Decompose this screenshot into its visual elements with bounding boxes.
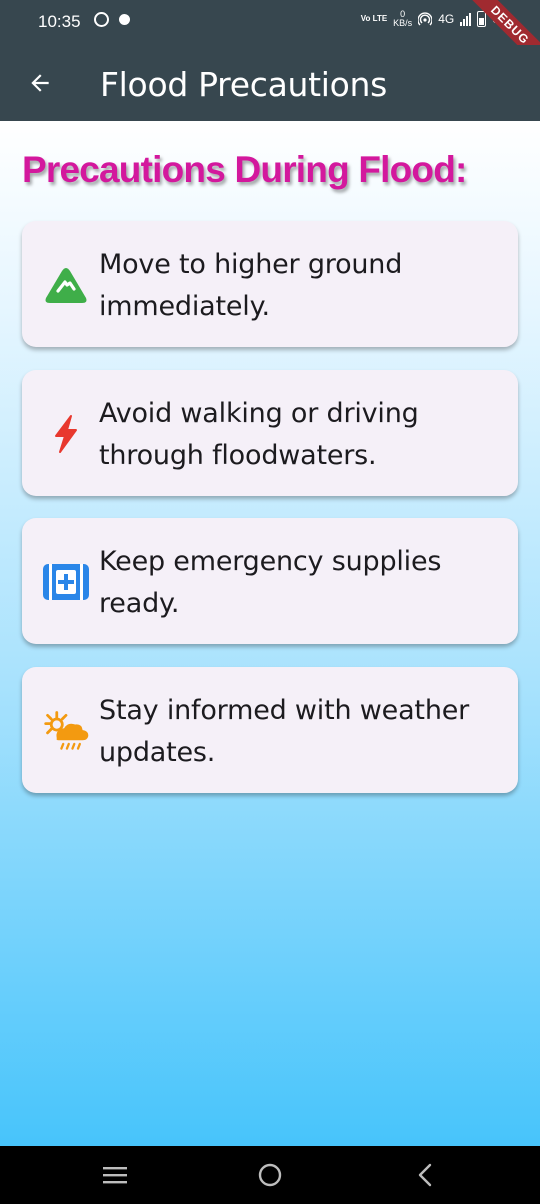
hotspot-icon: [418, 12, 433, 26]
recents-button[interactable]: [100, 1160, 130, 1190]
home-button[interactable]: [255, 1160, 285, 1190]
speed-unit: KB/s: [393, 18, 413, 28]
network-type: 4G: [438, 12, 455, 26]
page-title: Flood Precautions: [100, 65, 388, 104]
content-area: Precautions During Flood: Move to higher…: [0, 121, 540, 1146]
back-chevron-icon: [418, 1163, 432, 1187]
signal-icon: [460, 12, 472, 26]
section-heading: Precautions During Flood:: [22, 149, 467, 190]
medical-kit-icon: [42, 560, 90, 604]
status-time: 10:35: [38, 12, 81, 31]
back-button[interactable]: [20, 63, 60, 103]
sun-rain-cloud-icon: [42, 709, 90, 753]
lightning-icon: [42, 412, 90, 456]
precaution-text: Stay informed with weather updates.: [99, 695, 470, 768]
precaution-card: Keep emergency supplies ready.: [22, 518, 518, 644]
notification-dot-icon: [119, 14, 130, 25]
precaution-text: Move to higher ground immediately.: [99, 249, 403, 322]
precaution-card: Move to higher ground immediately.: [22, 221, 518, 347]
network-speed: 0 KB/s: [393, 10, 412, 28]
status-bar: 10:35 Vo LTE 0 KB/s 4G 51 DEBUG: [0, 0, 540, 74]
home-circle-icon: [258, 1163, 282, 1187]
volte-icon: Vo LTE: [360, 14, 388, 23]
recents-icon: [103, 1167, 127, 1184]
precaution-text: Avoid walking or driving through floodwa…: [99, 398, 419, 471]
precaution-text: Keep emergency supplies ready.: [99, 546, 442, 619]
notification-circle-icon: [94, 12, 109, 27]
notification-icons: [94, 12, 130, 27]
precaution-card: Stay informed with weather updates.: [22, 667, 518, 793]
terrain-icon: [42, 263, 90, 307]
nav-back-button[interactable]: [410, 1160, 440, 1190]
system-nav-bar: [0, 1146, 540, 1204]
app-bar: Flood Precautions: [0, 45, 540, 121]
arrow-left-icon: [31, 74, 49, 92]
precaution-card: Avoid walking or driving through floodwa…: [22, 370, 518, 496]
